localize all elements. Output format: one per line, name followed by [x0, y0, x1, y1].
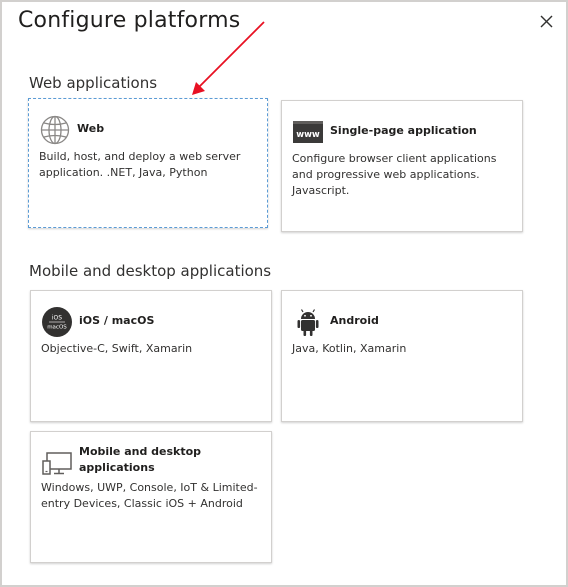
- section-title-web-applications: Web applications: [29, 74, 158, 92]
- card-description: Build, host, and deploy a web server app…: [39, 150, 241, 179]
- close-icon: [540, 15, 553, 28]
- page-title: Configure platforms: [18, 8, 241, 33]
- platform-card-ios-macos[interactable]: iOS macOS iOS / macOS Objective-C, Swift…: [30, 290, 272, 422]
- platform-card-android[interactable]: Android Java, Kotlin, Xamarin: [281, 290, 523, 422]
- card-description: Objective-C, Swift, Xamarin: [41, 342, 193, 355]
- globe-icon: [40, 115, 70, 145]
- svg-text:www: www: [296, 130, 320, 140]
- platform-card-mobile-and-desktop-applications[interactable]: Mobile and desktop applications Windows,…: [30, 431, 272, 563]
- www-icon: www: [293, 121, 323, 143]
- card-description: Java, Kotlin, Xamarin: [292, 342, 407, 355]
- card-description: Configure browser client applications an…: [292, 152, 497, 197]
- svg-text:macOS: macOS: [47, 325, 67, 331]
- ios-macos-icon: iOS macOS: [42, 307, 72, 337]
- android-icon: [297, 309, 319, 336]
- card-title: Android: [330, 314, 379, 327]
- card-description: Windows, UWP, Console, IoT & Limited-ent…: [41, 481, 258, 510]
- platform-card-web[interactable]: Web Build, host, and deploy a web server…: [28, 98, 268, 228]
- card-title: Single-page application: [330, 124, 477, 137]
- svg-text:iOS: iOS: [52, 315, 62, 322]
- section-title-mobile-and-desktop-applications: Mobile and desktop applications: [29, 262, 272, 280]
- platform-card-single-page-application[interactable]: www Single-page application Configure br…: [281, 100, 523, 232]
- card-title: iOS / macOS: [79, 314, 155, 327]
- close-button[interactable]: [535, 10, 559, 34]
- card-title: Mobile and desktop applications: [79, 445, 202, 474]
- desktop-icon: [42, 452, 72, 475]
- card-title: Web: [77, 122, 105, 135]
- configure-platforms-panel: Configure platforms Web applications Web…: [0, 0, 568, 587]
